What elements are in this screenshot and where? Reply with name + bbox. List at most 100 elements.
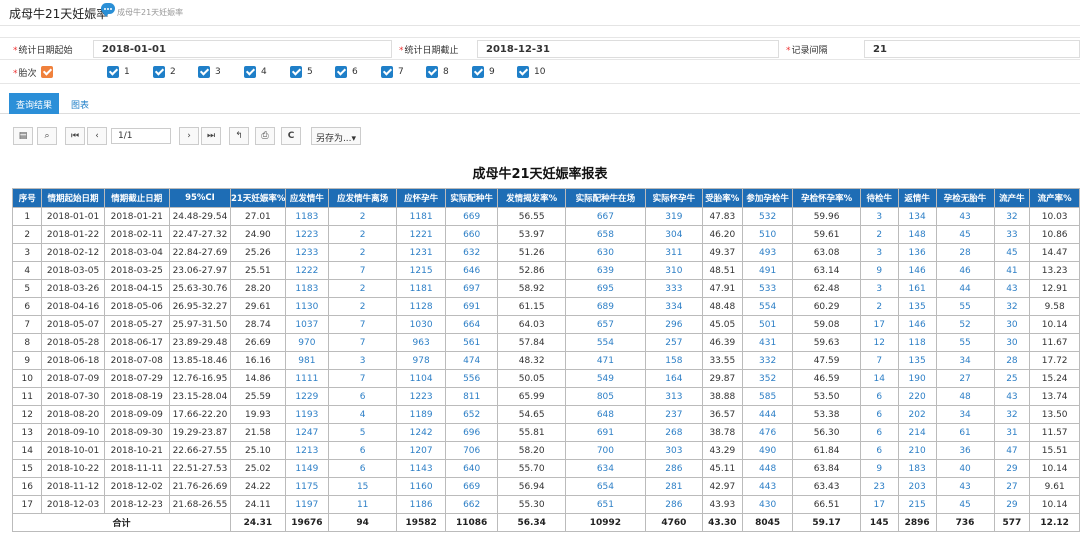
table-cell-link[interactable]: 303 [644, 441, 703, 460]
table-cell-link[interactable]: 190 [897, 369, 937, 388]
page-number-input[interactable]: 1/1 [111, 128, 171, 144]
table-cell-link[interactable]: 6 [859, 441, 899, 460]
table-cell-link[interactable]: 1128 [396, 297, 446, 316]
table-cell-link[interactable]: 6 [859, 387, 899, 406]
table-cell-link[interactable]: 1143 [396, 459, 446, 478]
table-cell-link[interactable]: 27 [993, 477, 1031, 496]
table-cell-link[interactable]: 561 [444, 333, 499, 352]
table-cell-link[interactable]: 510 [741, 225, 794, 244]
parity-checkbox-3[interactable] [198, 66, 210, 78]
table-cell-link[interactable]: 55 [935, 297, 995, 316]
table-cell-link[interactable]: 29 [993, 459, 1031, 478]
table-cell-link[interactable]: 9 [859, 459, 899, 478]
table-cell-link[interactable]: 334 [644, 297, 703, 316]
table-cell-link[interactable]: 32 [993, 297, 1031, 316]
table-cell-link[interactable]: 533 [741, 279, 794, 298]
table-cell-link[interactable]: 3 [859, 279, 899, 298]
table-cell-link[interactable]: 1130 [284, 297, 329, 316]
table-cell-link[interactable]: 640 [444, 459, 499, 478]
table-cell-link[interactable]: 25 [993, 369, 1031, 388]
interval-input[interactable]: 21 [864, 40, 1080, 58]
table-cell-link[interactable]: 3 [859, 243, 899, 262]
table-cell-link[interactable]: 46 [935, 261, 995, 280]
table-cell-link[interactable]: 1233 [284, 243, 329, 262]
table-cell-link[interactable]: 135 [897, 297, 937, 316]
table-cell-link[interactable]: 27 [935, 369, 995, 388]
table-cell-link[interactable]: 148 [897, 225, 937, 244]
parity-checkbox-10[interactable] [517, 66, 529, 78]
table-cell-link[interactable]: 47 [993, 441, 1031, 460]
table-cell-link[interactable]: 554 [741, 297, 794, 316]
table-cell-link[interactable]: 3 [327, 351, 398, 370]
table-cell-link[interactable]: 639 [564, 261, 646, 280]
end-date-input[interactable]: 2018-12-31 [477, 40, 779, 58]
last-page-icon[interactable]: ⏭ [201, 127, 221, 145]
table-cell-link[interactable]: 1213 [284, 441, 329, 460]
table-cell-link[interactable]: 1160 [396, 477, 446, 496]
table-cell-link[interactable]: 2 [327, 207, 398, 226]
table-cell-link[interactable]: 1037 [284, 315, 329, 334]
table-cell-link[interactable]: 2 [327, 225, 398, 244]
table-cell-link[interactable]: 23 [859, 477, 899, 496]
refresh-icon[interactable]: C [281, 127, 301, 145]
table-cell-link[interactable]: 32 [993, 405, 1031, 424]
table-cell-link[interactable]: 2 [327, 243, 398, 262]
table-cell-link[interactable]: 48 [935, 387, 995, 406]
table-cell-link[interactable]: 33 [993, 225, 1031, 244]
table-cell-link[interactable]: 257 [644, 333, 703, 352]
table-cell-link[interactable]: 268 [644, 423, 703, 442]
table-cell-link[interactable]: 34 [935, 405, 995, 424]
tab-chart[interactable]: 图表 [66, 93, 94, 114]
table-cell-link[interactable]: 43 [993, 387, 1031, 406]
table-cell-link[interactable]: 158 [644, 351, 703, 370]
table-cell-link[interactable]: 667 [564, 207, 646, 226]
table-cell-link[interactable]: 183 [897, 459, 937, 478]
table-cell-link[interactable]: 431 [741, 333, 794, 352]
parity-checkbox-4[interactable] [244, 66, 256, 78]
table-cell-link[interactable]: 11 [327, 495, 398, 514]
table-cell-link[interactable]: 1181 [396, 207, 446, 226]
table-cell-link[interactable]: 55 [935, 333, 995, 352]
table-cell-link[interactable]: 1222 [284, 261, 329, 280]
table-cell-link[interactable]: 310 [644, 261, 703, 280]
table-cell-link[interactable]: 490 [741, 441, 794, 460]
table-cell-link[interactable]: 220 [897, 387, 937, 406]
table-cell-link[interactable]: 214 [897, 423, 937, 442]
table-cell-link[interactable]: 1149 [284, 459, 329, 478]
table-cell-link[interactable]: 532 [741, 207, 794, 226]
table-cell-link[interactable]: 706 [444, 441, 499, 460]
table-cell-link[interactable]: 654 [564, 477, 646, 496]
table-cell-link[interactable]: 1197 [284, 495, 329, 514]
table-cell-link[interactable]: 296 [644, 315, 703, 334]
table-cell-link[interactable]: 669 [444, 207, 499, 226]
table-cell-link[interactable]: 660 [444, 225, 499, 244]
parity-checkbox-8[interactable] [426, 66, 438, 78]
table-cell-link[interactable]: 430 [741, 495, 794, 514]
table-cell-link[interactable]: 45 [993, 243, 1031, 262]
save-as-dropdown[interactable]: 另存为...▾ [311, 127, 361, 145]
table-cell-link[interactable]: 44 [935, 279, 995, 298]
table-cell-link[interactable]: 237 [644, 405, 703, 424]
table-cell-link[interactable]: 7 [327, 369, 398, 388]
table-cell-link[interactable]: 352 [741, 369, 794, 388]
table-cell-link[interactable]: 31 [993, 423, 1031, 442]
table-cell-link[interactable]: 634 [564, 459, 646, 478]
table-cell-link[interactable]: 6 [327, 387, 398, 406]
table-cell-link[interactable]: 646 [444, 261, 499, 280]
table-cell-link[interactable]: 443 [741, 477, 794, 496]
table-cell-link[interactable]: 135 [897, 351, 937, 370]
table-cell-link[interactable]: 52 [935, 315, 995, 334]
table-cell-link[interactable]: 313 [644, 387, 703, 406]
table-cell-link[interactable]: 648 [564, 405, 646, 424]
table-cell-link[interactable]: 978 [396, 351, 446, 370]
table-cell-link[interactable]: 1223 [396, 387, 446, 406]
table-cell-link[interactable]: 6 [327, 441, 398, 460]
table-cell-link[interactable]: 17 [859, 495, 899, 514]
table-cell-link[interactable]: 658 [564, 225, 646, 244]
first-page-icon[interactable]: ⏮ [65, 127, 85, 145]
table-cell-link[interactable]: 805 [564, 387, 646, 406]
table-cell-link[interactable]: 45 [935, 225, 995, 244]
table-cell-link[interactable]: 1193 [284, 405, 329, 424]
table-cell-link[interactable]: 697 [444, 279, 499, 298]
parity-checkbox-9[interactable] [472, 66, 484, 78]
